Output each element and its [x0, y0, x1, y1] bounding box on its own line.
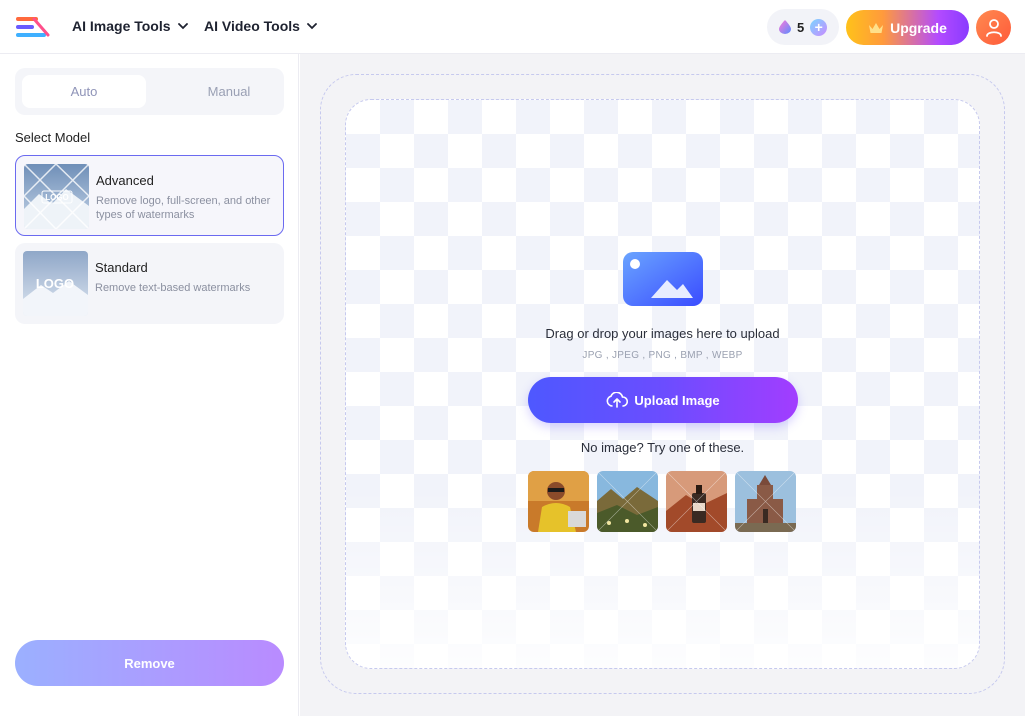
main-panel: Drag or drop your images here to upload …: [300, 54, 1025, 716]
credits-count: 5: [797, 19, 805, 35]
model-card-standard[interactable]: LOGO Standard Remove text-based watermar…: [15, 243, 284, 324]
try-samples-text: No image? Try one of these.: [580, 440, 745, 455]
sidebar: Auto Manual Select Model LOGO Advanced R…: [0, 54, 299, 716]
standard-model-thumbnail: LOGO: [23, 251, 88, 316]
drop-instructions: Drag or drop your images here to upload: [545, 326, 780, 341]
upload-image-button[interactable]: Upload Image: [528, 377, 798, 423]
remove-button[interactable]: Remove: [15, 640, 284, 686]
advanced-model-thumbnail: LOGO: [24, 164, 89, 229]
credits-badge[interactable]: 5 +: [767, 9, 839, 45]
chevron-down-icon: [307, 23, 317, 30]
crown-icon: [869, 22, 884, 33]
nav-ai-image-tools[interactable]: AI Image Tools: [72, 18, 188, 34]
nav-ai-image-tools-label: AI Image Tools: [72, 18, 171, 34]
mode-toggle: Auto Manual: [15, 68, 284, 115]
sample-image-landscape[interactable]: [597, 471, 658, 532]
upload-image-label: Upload Image: [634, 392, 720, 408]
thumb-logo-text: LOGO: [45, 193, 69, 202]
chevron-down-icon: [177, 23, 188, 30]
model-name-standard: Standard: [95, 260, 148, 275]
nav-ai-video-tools-label: AI Video Tools: [204, 18, 300, 34]
add-credits-icon[interactable]: +: [810, 18, 828, 36]
sample-images: [528, 471, 798, 532]
user-icon: [985, 18, 1002, 37]
mode-manual-tab[interactable]: Manual: [167, 75, 291, 108]
model-desc-standard: Remove text-based watermarks: [95, 282, 251, 294]
thumb-logo-text: LOGO: [36, 276, 74, 291]
upload-drop-zone[interactable]: Drag or drop your images here to upload …: [345, 99, 980, 669]
select-model-title: Select Model: [15, 130, 91, 145]
nav-ai-video-tools[interactable]: AI Video Tools: [204, 18, 317, 34]
supported-formats: JPG , JPEG , PNG , BMP , WEBP: [582, 350, 743, 361]
sample-image-woman[interactable]: [528, 471, 589, 532]
mode-auto-tab[interactable]: Auto: [22, 75, 146, 108]
app-header: AI Image Tools AI Video Tools 5 + Upgrad…: [0, 0, 1025, 54]
model-card-advanced[interactable]: LOGO Advanced Remove logo, full-screen, …: [15, 155, 284, 236]
user-avatar[interactable]: [976, 10, 1011, 45]
credit-drop-icon: [779, 20, 791, 34]
upgrade-label: Upgrade: [890, 19, 947, 36]
model-name-advanced: Advanced: [96, 173, 154, 188]
upgrade-button[interactable]: Upgrade: [846, 10, 969, 45]
cloud-upload-icon: [606, 392, 629, 408]
app-logo-icon[interactable]: [14, 15, 52, 39]
sample-image-product[interactable]: [666, 471, 727, 532]
image-upload-icon: [623, 252, 703, 306]
model-desc-advanced: Remove logo, full-screen, and other type…: [96, 195, 271, 221]
sample-image-church[interactable]: [735, 471, 796, 532]
